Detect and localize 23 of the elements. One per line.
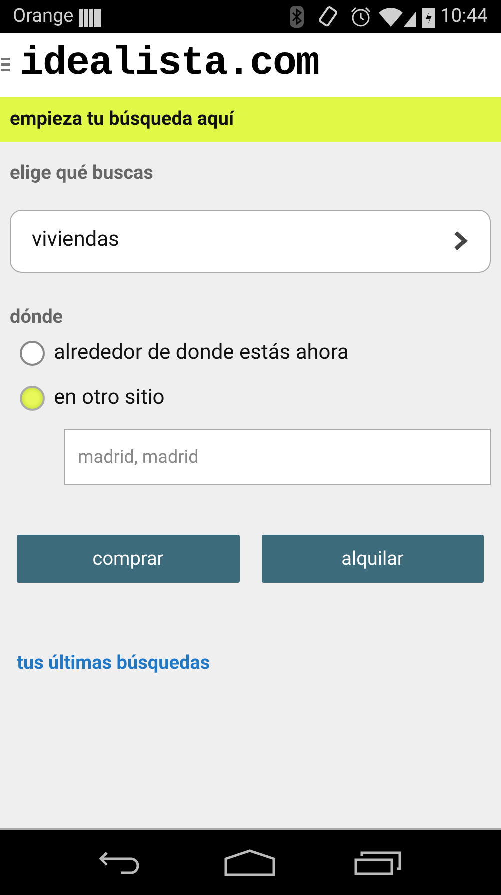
radio-option[interactable]: en otro sitio: [20, 376, 491, 421]
recent-apps-icon[interactable]: [354, 850, 402, 876]
action-button[interactable]: alquilar: [262, 535, 484, 583]
battery-icon: [422, 6, 435, 28]
signal-icon: [78, 6, 101, 26]
alarm-icon: [350, 6, 372, 28]
radio-option[interactable]: alrededor de donde estás ahora: [20, 331, 491, 376]
bluetooth-icon: [290, 6, 304, 28]
carrier-name: Orange: [13, 3, 74, 30]
location-field[interactable]: madrid, madrid: [64, 429, 491, 485]
banner-text: empieza tu búsqueda aquí: [10, 106, 234, 132]
chevron-right-icon: [454, 231, 468, 251]
category-selector[interactable]: viviendas: [10, 210, 491, 272]
rotate-icon: [318, 6, 338, 28]
section-label: elige qué buscas: [10, 160, 154, 186]
logo: idealista.com: [20, 45, 320, 85]
menu-icon[interactable]: [1, 58, 10, 72]
action-button[interactable]: comprar: [17, 535, 240, 583]
wifi-signal-icon: [378, 6, 418, 28]
home-icon[interactable]: [224, 848, 276, 876]
section-label: dónde: [10, 304, 64, 330]
recent-searches-link[interactable]: tus últimas búsquedas: [17, 649, 491, 678]
clock-time: 10:44: [440, 3, 488, 30]
